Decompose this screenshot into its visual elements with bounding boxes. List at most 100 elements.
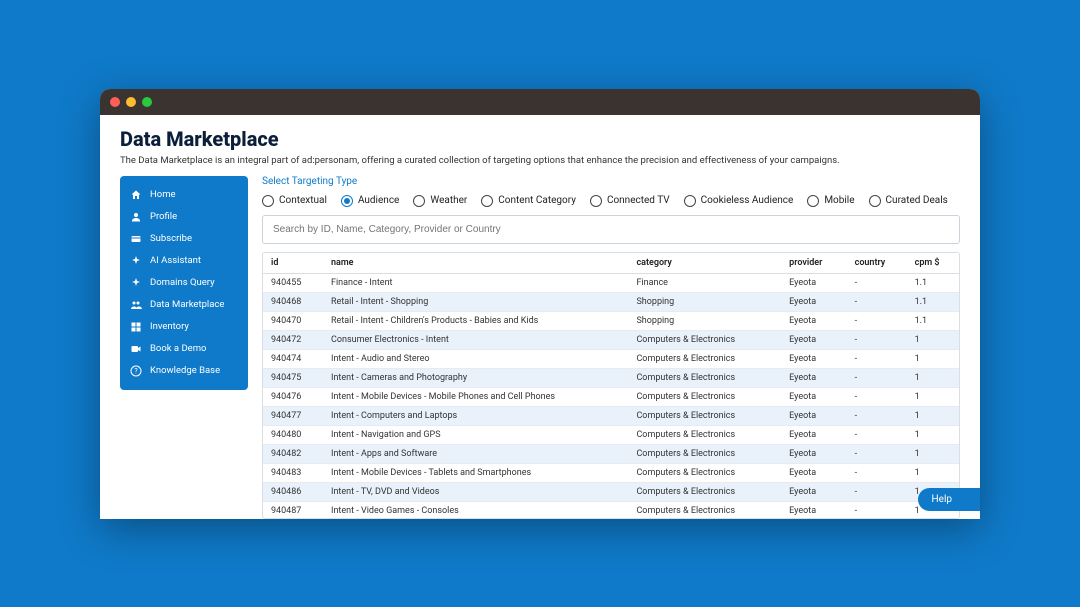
app-window: Data Marketplace The Data Marketplace is… <box>100 89 980 519</box>
sidebar-item-label: Subscribe <box>150 233 192 244</box>
cell-provider: Eyeota <box>781 292 846 311</box>
th-id[interactable]: id <box>263 253 323 274</box>
window-titlebar <box>100 89 980 115</box>
search-input[interactable] <box>262 215 960 244</box>
cell-provider: Eyeota <box>781 330 846 349</box>
radio-connected-tv[interactable]: Connected TV <box>590 195 670 207</box>
table-row[interactable]: 940476Intent - Mobile Devices - Mobile P… <box>263 387 959 406</box>
help-icon: ? <box>130 365 142 377</box>
home-icon <box>130 189 142 201</box>
video-icon <box>130 343 142 355</box>
table-row[interactable]: 940455Finance - IntentFinanceEyeota-1.1 <box>263 273 959 292</box>
cell-provider: Eyeota <box>781 425 846 444</box>
cell-cpm: 1 <box>907 368 959 387</box>
radio-weather[interactable]: Weather <box>413 195 467 207</box>
th-category[interactable]: category <box>628 253 781 274</box>
cell-category: Shopping <box>628 311 781 330</box>
sidebar-item-inventory[interactable]: Inventory <box>120 316 248 338</box>
cell-cpm: 1 <box>907 349 959 368</box>
cell-category: Shopping <box>628 292 781 311</box>
sidebar-item-ai-assistant[interactable]: AI Assistant <box>120 250 248 272</box>
cell-provider: Eyeota <box>781 501 846 519</box>
table-row[interactable]: 940475Intent - Cameras and PhotographyCo… <box>263 368 959 387</box>
cell-id: 940476 <box>263 387 323 406</box>
cell-name: Intent - Video Games - Consoles <box>323 501 628 519</box>
table-row[interactable]: 940474Intent - Audio and StereoComputers… <box>263 349 959 368</box>
table-row[interactable]: 940472Consumer Electronics - IntentCompu… <box>263 330 959 349</box>
cell-provider: Eyeota <box>781 349 846 368</box>
page-description: The Data Marketplace is an integral part… <box>120 155 960 166</box>
th-country[interactable]: country <box>847 253 907 274</box>
table-row[interactable]: 940483Intent - Mobile Devices - Tablets … <box>263 463 959 482</box>
cell-provider: Eyeota <box>781 387 846 406</box>
help-button[interactable]: Help <box>918 488 980 511</box>
cell-cpm: 1 <box>907 330 959 349</box>
cell-name: Finance - Intent <box>323 273 628 292</box>
cell-cpm: 1 <box>907 406 959 425</box>
content-area: Data Marketplace The Data Marketplace is… <box>100 115 980 519</box>
th-cpm[interactable]: cpm $ <box>907 253 959 274</box>
svg-text:?: ? <box>134 367 138 375</box>
person-icon <box>130 211 142 223</box>
table-row[interactable]: 940482Intent - Apps and SoftwareComputer… <box>263 444 959 463</box>
th-name[interactable]: name <box>323 253 628 274</box>
maximize-icon[interactable] <box>142 97 152 107</box>
table-row[interactable]: 940486Intent - TV, DVD and VideosCompute… <box>263 482 959 501</box>
radio-icon <box>262 195 274 207</box>
cell-cpm: 1 <box>907 463 959 482</box>
minimize-icon[interactable] <box>126 97 136 107</box>
sidebar-item-subscribe[interactable]: Subscribe <box>120 228 248 250</box>
close-icon[interactable] <box>110 97 120 107</box>
sidebar-item-data-marketplace[interactable]: Data Marketplace <box>120 294 248 316</box>
radio-audience[interactable]: Audience <box>341 195 399 207</box>
radio-content-category[interactable]: Content Category <box>481 195 576 207</box>
sidebar-item-knowledge-base[interactable]: ?Knowledge Base <box>120 360 248 382</box>
cell-country: - <box>847 444 907 463</box>
radio-label: Cookieless Audience <box>701 195 794 206</box>
radio-label: Mobile <box>824 195 854 206</box>
sidebar-item-home[interactable]: Home <box>120 184 248 206</box>
radio-icon <box>869 195 881 207</box>
cell-cpm: 1.1 <box>907 311 959 330</box>
table-row[interactable]: 940480Intent - Navigation and GPSCompute… <box>263 425 959 444</box>
radio-mobile[interactable]: Mobile <box>807 195 854 207</box>
cell-cpm: 1 <box>907 387 959 406</box>
cell-provider: Eyeota <box>781 311 846 330</box>
table-row[interactable]: 940477Intent - Computers and LaptopsComp… <box>263 406 959 425</box>
results-table-wrap: id name category provider country cpm $ … <box>262 252 960 519</box>
radio-curated-deals[interactable]: Curated Deals <box>869 195 948 207</box>
table-row[interactable]: 940470Retail - Intent - Children's Produ… <box>263 311 959 330</box>
radio-cookieless-audience[interactable]: Cookieless Audience <box>684 195 794 207</box>
cell-id: 940483 <box>263 463 323 482</box>
cell-country: - <box>847 368 907 387</box>
cell-country: - <box>847 292 907 311</box>
th-provider[interactable]: provider <box>781 253 846 274</box>
radio-icon <box>590 195 602 207</box>
targeting-label: Select Targeting Type <box>262 176 960 187</box>
sidebar-item-book-a-demo[interactable]: Book a Demo <box>120 338 248 360</box>
sidebar-item-label: Data Marketplace <box>150 299 224 310</box>
cell-name: Intent - Computers and Laptops <box>323 406 628 425</box>
table-row[interactable]: 940487Intent - Video Games - ConsolesCom… <box>263 501 959 519</box>
radio-contextual[interactable]: Contextual <box>262 195 327 207</box>
radio-icon <box>684 195 696 207</box>
radio-label: Audience <box>358 195 399 206</box>
cell-cpm: 1.1 <box>907 273 959 292</box>
cell-country: - <box>847 387 907 406</box>
cell-provider: Eyeota <box>781 406 846 425</box>
sidebar-item-profile[interactable]: Profile <box>120 206 248 228</box>
cell-id: 940474 <box>263 349 323 368</box>
sparkle-icon <box>130 277 142 289</box>
cell-id: 940475 <box>263 368 323 387</box>
sidebar-item-label: Profile <box>150 211 177 222</box>
cell-category: Computers & Electronics <box>628 482 781 501</box>
sidebar-item-domains-query[interactable]: Domains Query <box>120 272 248 294</box>
cell-provider: Eyeota <box>781 368 846 387</box>
cell-name: Retail - Intent - Shopping <box>323 292 628 311</box>
radio-icon <box>807 195 819 207</box>
cell-id: 940480 <box>263 425 323 444</box>
table-row[interactable]: 940468Retail - Intent - ShoppingShopping… <box>263 292 959 311</box>
cell-name: Intent - Mobile Devices - Tablets and Sm… <box>323 463 628 482</box>
cell-id: 940470 <box>263 311 323 330</box>
cell-name: Intent - Cameras and Photography <box>323 368 628 387</box>
